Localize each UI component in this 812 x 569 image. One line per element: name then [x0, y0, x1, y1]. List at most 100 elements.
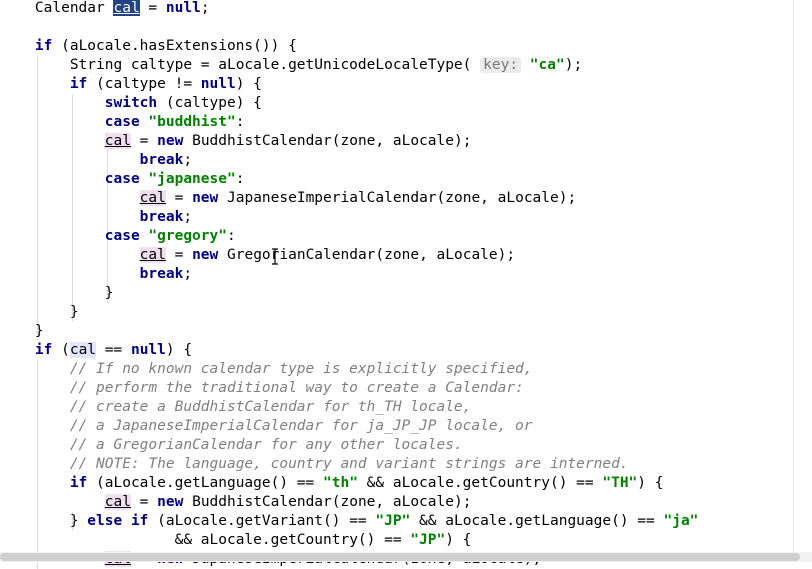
code-token: ) {	[637, 475, 664, 491]
code-editor[interactable]: Calendar cal = null; if (aLocale.hasExten…	[0, 0, 812, 569]
code-line[interactable]: && aLocale.getCountry() == "JP") {	[175, 531, 472, 550]
text-cursor-icon	[272, 248, 278, 265]
keyword-token: break	[139, 152, 184, 168]
indent-guide	[71, 94, 73, 322]
code-token: ;	[200, 0, 210, 16]
code-line[interactable]: break;	[140, 265, 192, 284]
code-line[interactable]: break;	[140, 208, 192, 227]
code-line[interactable]: String caltype = aLocale.getUnicodeLocal…	[70, 56, 582, 75]
code-token: && aLocale.getCountry() ==	[174, 532, 411, 548]
code-token: (aLocale.getVariant() ==	[148, 513, 376, 529]
comment-token: // a GregorianCalendar for any other loc…	[69, 437, 463, 453]
indent-guide	[106, 132, 108, 303]
code-token: :	[235, 114, 245, 130]
code-token: );	[564, 57, 583, 73]
keyword-token: else if	[87, 513, 149, 529]
keyword-token: new	[157, 133, 184, 149]
variable-token: cal	[139, 247, 166, 263]
code-token: ;	[183, 266, 193, 282]
keyword-token: new	[192, 190, 219, 206]
code-token: && aLocale.getCountry() ==	[357, 475, 603, 491]
code-token: ==	[96, 342, 131, 358]
keyword-token: new	[192, 247, 219, 263]
code-token: }	[104, 285, 114, 301]
selected-token: cal	[113, 0, 140, 16]
code-token: GregorianCalendar(zone, aLocale);	[218, 247, 516, 263]
code-line[interactable]: switch (caltype) {	[105, 94, 262, 113]
horizontal-scrollbar-thumb[interactable]	[0, 553, 800, 561]
code-token: (aLocale.getLanguage() ==	[87, 475, 323, 491]
comment-token: // create a BuddhistCalendar for th_TH l…	[69, 399, 472, 415]
code-token: }	[69, 513, 88, 529]
code-line[interactable]: } else if (aLocale.getVariant() == "JP" …	[70, 512, 699, 531]
code-line[interactable]: Calendar cal = null;	[35, 0, 210, 18]
code-line[interactable]: cal = new JapaneseImperialCalendar(zone,…	[139, 189, 577, 208]
comment-token: // NOTE: The language, country and varia…	[69, 456, 629, 472]
code-token: :	[226, 228, 236, 244]
code-token: (aLocale.hasExtensions()) {	[52, 38, 297, 54]
code-line[interactable]: // create a BuddhistCalendar for th_TH l…	[70, 398, 472, 417]
string-token: "JP"	[410, 532, 446, 548]
reference-token: cal	[69, 342, 97, 358]
code-token: && aLocale.getLanguage() ==	[410, 513, 664, 529]
code-token: =	[165, 190, 193, 206]
keyword-token: case	[104, 114, 149, 130]
code-line[interactable]: // a GregorianCalendar for any other loc…	[70, 436, 463, 455]
code-line[interactable]: cal = new BuddhistCalendar(zone, aLocale…	[104, 132, 471, 151]
string-token: "th"	[323, 475, 358, 491]
code-line[interactable]: // NOTE: The language, country and varia…	[70, 455, 629, 474]
code-token: =	[130, 494, 158, 510]
code-token: }	[69, 304, 79, 320]
keyword-token: null	[130, 342, 166, 358]
code-token: Calendar	[34, 0, 114, 16]
code-line[interactable]: case "buddhist":	[105, 113, 245, 132]
comment-token: // If no known calendar type is explicit…	[69, 361, 533, 377]
variable-token: cal	[104, 494, 131, 510]
string-token: "buddhist"	[148, 114, 236, 130]
code-token: String caltype = aLocale.getUnicodeLocal…	[69, 57, 481, 73]
variable-token: cal	[139, 190, 166, 206]
code-line[interactable]: break;	[140, 151, 192, 170]
code-line[interactable]: if (cal == null) {	[35, 341, 192, 360]
code-token: ;	[183, 152, 193, 168]
variable-token: cal	[104, 133, 131, 149]
keyword-token: if	[69, 475, 88, 491]
code-line[interactable]: // If no known calendar type is explicit…	[70, 360, 533, 379]
code-line[interactable]: }	[105, 284, 114, 303]
code-line[interactable]: cal = new GregorianCalendar(zone, aLocal…	[139, 246, 516, 265]
code-line[interactable]: if (caltype != null) {	[70, 75, 262, 94]
keyword-token: null	[165, 0, 201, 16]
code-line[interactable]: if (aLocale.hasExtensions()) {	[35, 37, 297, 56]
code-line[interactable]: // a JapaneseImperialCalendar for ja_JP_…	[70, 417, 533, 436]
code-token: }	[34, 323, 44, 339]
string-token: "gregory"	[148, 228, 227, 244]
string-token: "japanese"	[148, 171, 236, 187]
code-token: JapaneseImperialCalendar(zone, aLocale);	[218, 190, 577, 206]
keyword-token: null	[200, 76, 236, 92]
keyword-token: if	[34, 38, 53, 54]
code-line[interactable]: case "gregory":	[105, 227, 236, 246]
code-token: =	[130, 133, 158, 149]
comment-token: // perform the traditional way to create…	[69, 380, 524, 396]
code-token: (	[52, 342, 70, 358]
code-line[interactable]: }	[70, 303, 79, 322]
code-token: =	[139, 0, 166, 16]
keyword-token: switch	[104, 95, 158, 111]
string-token: "ja"	[663, 513, 699, 529]
string-token: "ca"	[529, 57, 565, 73]
comment-token: // a JapaneseImperialCalendar for ja_JP_…	[69, 418, 533, 434]
code-line[interactable]: // perform the traditional way to create…	[70, 379, 524, 398]
string-token: "TH"	[602, 475, 638, 491]
keyword-token: case	[104, 171, 149, 187]
code-line[interactable]: if (aLocale.getLanguage() == "th" && aLo…	[70, 474, 664, 493]
code-token: (caltype !=	[87, 76, 201, 92]
code-line[interactable]: case "japanese":	[105, 170, 245, 189]
keyword-token: new	[157, 494, 184, 510]
code-line[interactable]: }	[35, 322, 44, 341]
code-token: =	[165, 247, 193, 263]
code-line[interactable]: cal = new BuddhistCalendar(zone, aLocale…	[104, 493, 472, 512]
code-token: (caltype) {	[157, 95, 262, 111]
code-token: BuddhistCalendar(zone, aLocale);	[183, 494, 472, 510]
string-token: "JP"	[375, 513, 411, 529]
